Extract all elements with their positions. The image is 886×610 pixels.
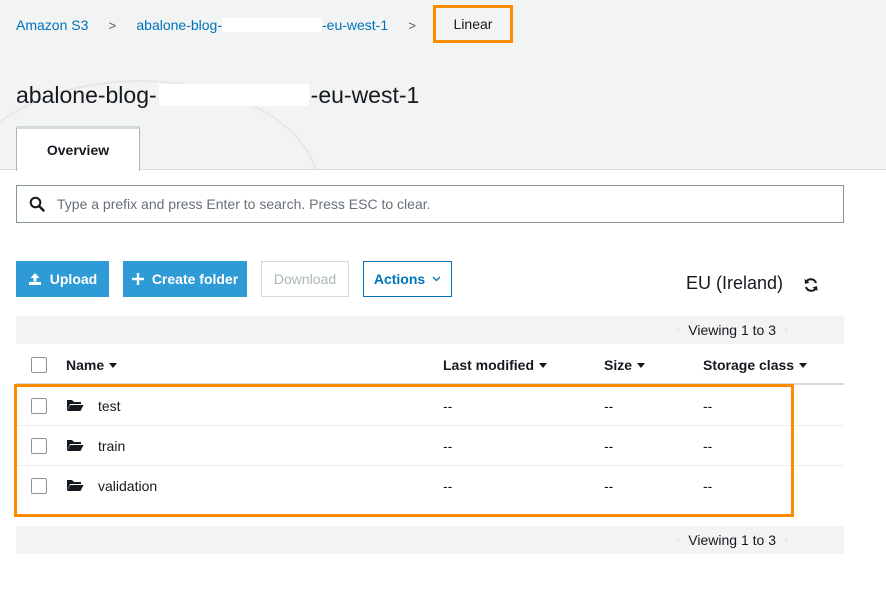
pager-prev-icon[interactable]: ‹ — [676, 323, 680, 337]
breadcrumb-separator: > — [408, 17, 416, 33]
page-title: abalone-blog- -eu-west-1 — [16, 80, 419, 110]
table-row[interactable]: validation -- -- -- — [16, 466, 844, 506]
search-icon — [17, 196, 57, 212]
table-row[interactable]: test -- -- -- — [16, 386, 844, 426]
sort-caret-icon — [799, 362, 808, 368]
column-header-last-modified[interactable]: Last modified — [443, 357, 548, 373]
page-title-suffix: -eu-west-1 — [310, 81, 420, 108]
region-label: EU (Ireland) — [686, 273, 784, 293]
pager-bottom: ‹ Viewing 1 to 3 › — [16, 526, 844, 554]
row-name[interactable]: validation — [98, 478, 157, 494]
sort-caret-icon — [109, 362, 118, 368]
column-header-last-modified-label: Last modified — [443, 357, 535, 373]
row-name[interactable]: test — [98, 398, 121, 414]
page-title-prefix: abalone-blog- — [16, 81, 157, 108]
plus-icon — [131, 273, 144, 285]
row-size: -- — [604, 398, 614, 414]
folder-icon — [66, 398, 84, 412]
redacted-block — [222, 18, 322, 32]
tab-overview[interactable]: Overview — [16, 126, 140, 171]
pager-next-icon[interactable]: › — [784, 323, 788, 337]
breadcrumb-separator: > — [108, 17, 117, 33]
search-box[interactable] — [16, 185, 844, 223]
pager-bottom-text: Viewing 1 to 3 — [688, 532, 776, 548]
pager-top: ‹ Viewing 1 to 3 › — [16, 316, 844, 344]
redacted-block — [158, 84, 309, 106]
breadcrumb-amazon-s3[interactable]: Amazon S3 — [16, 17, 88, 33]
folder-icon — [66, 438, 84, 452]
row-checkbox[interactable] — [31, 438, 47, 454]
row-name[interactable]: train — [98, 438, 125, 454]
row-last-modified: -- — [443, 438, 453, 454]
breadcrumb-bucket[interactable]: abalone-blog- -eu-west-1 — [136, 17, 388, 33]
upload-label: Upload — [49, 271, 98, 287]
chevron-down-icon — [432, 276, 441, 282]
row-checkbox[interactable] — [31, 478, 47, 494]
row-last-modified: -- — [443, 478, 453, 494]
column-header-size[interactable]: Size — [604, 357, 646, 373]
select-all-checkbox[interactable] — [31, 357, 47, 373]
create-folder-label: Create folder — [151, 271, 239, 287]
upload-icon — [28, 272, 42, 286]
download-label: Download — [273, 271, 337, 287]
folder-icon — [66, 478, 84, 492]
table-row[interactable]: train -- -- -- — [16, 426, 844, 466]
column-header-storage-class[interactable]: Storage class — [703, 357, 808, 373]
actions-label: Actions — [373, 271, 426, 287]
breadcrumb-current-linear: Linear — [433, 5, 513, 43]
column-header-size-label: Size — [604, 357, 633, 373]
upload-button[interactable]: Upload — [16, 261, 109, 297]
refresh-icon[interactable] — [802, 276, 820, 294]
row-storage-class: -- — [703, 478, 713, 494]
row-checkbox[interactable] — [31, 398, 47, 414]
breadcrumb-bucket-suffix: -eu-west-1 — [322, 17, 389, 33]
column-header-name-label: Name — [66, 357, 105, 373]
pager-prev-icon[interactable]: ‹ — [676, 533, 680, 547]
breadcrumb-bucket-prefix: abalone-blog- — [136, 17, 222, 33]
table-header: Name Last modified Size Storage class — [16, 345, 844, 385]
download-button[interactable]: Download — [261, 261, 349, 297]
breadcrumb-current-label: Linear — [453, 16, 493, 32]
tab-overview-label: Overview — [46, 142, 110, 158]
row-storage-class: -- — [703, 398, 713, 414]
row-size: -- — [604, 478, 614, 494]
sort-caret-icon — [539, 362, 548, 368]
row-last-modified: -- — [443, 398, 453, 414]
row-storage-class: -- — [703, 438, 713, 454]
pager-next-icon[interactable]: › — [784, 533, 788, 547]
pager-top-text: Viewing 1 to 3 — [688, 322, 776, 338]
column-header-name[interactable]: Name — [66, 357, 118, 373]
row-size: -- — [604, 438, 614, 454]
actions-button[interactable]: Actions — [363, 261, 452, 297]
search-input[interactable] — [57, 196, 843, 212]
sort-caret-icon — [637, 362, 646, 368]
breadcrumb: Amazon S3 > abalone-blog- -eu-west-1 > — [16, 16, 436, 34]
create-folder-button[interactable]: Create folder — [123, 261, 247, 297]
column-header-storage-class-label: Storage class — [703, 357, 795, 373]
